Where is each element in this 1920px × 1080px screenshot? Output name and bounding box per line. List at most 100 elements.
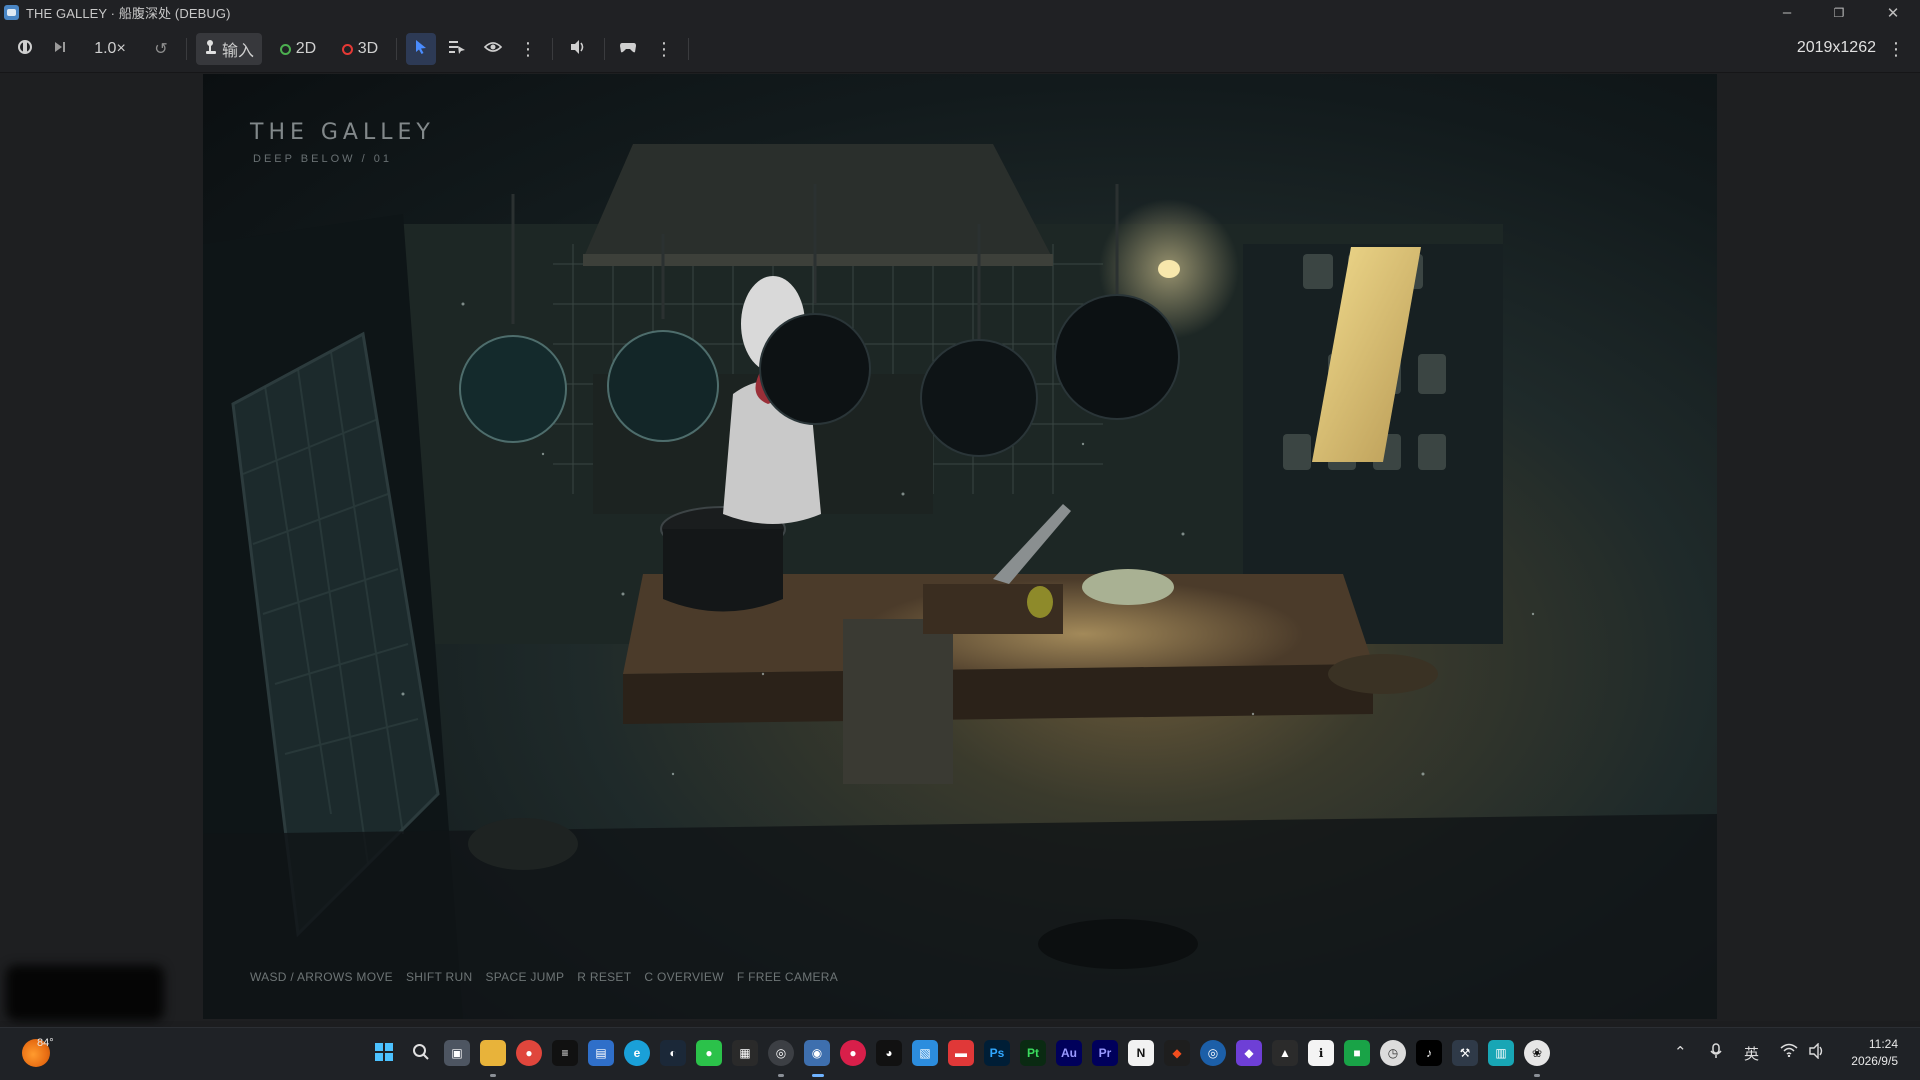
toolbar-divider: [552, 38, 553, 60]
tray-overflow-button[interactable]: ⌃: [1674, 1043, 1687, 1061]
system-clock[interactable]: 11:24 2026/9/5: [1851, 1036, 1898, 1070]
toolbar-divider: [688, 38, 689, 60]
taskbar-premiere[interactable]: Pr: [1092, 1040, 1118, 1066]
taskbar-tiktok[interactable]: ♪: [1416, 1040, 1442, 1066]
volume-button[interactable]: [1808, 1042, 1826, 1063]
mode-3d-button[interactable]: 3D: [334, 33, 386, 65]
microphone-button[interactable]: [1710, 1043, 1722, 1063]
ime-indicator[interactable]: 英: [1744, 1043, 1759, 1064]
visibility-button[interactable]: [478, 33, 508, 65]
restore-button[interactable]: ❐: [1812, 0, 1866, 25]
taskbar-capcut[interactable]: ≡: [552, 1040, 578, 1066]
taskbar-app-gray[interactable]: ◷: [1380, 1040, 1406, 1066]
input-toggle-button[interactable]: 输入: [196, 33, 262, 65]
figma-icon: ◆: [1172, 1046, 1182, 1060]
hint-reset: R RESET: [577, 970, 632, 984]
taskbar-app-green[interactable]: ■: [1344, 1040, 1370, 1066]
cursor-icon: [414, 39, 428, 60]
taskbar-app-red[interactable]: ▬: [948, 1040, 974, 1066]
chat-icon: ■: [1353, 1046, 1361, 1060]
select-tool-button[interactable]: [406, 33, 436, 65]
game-viewport[interactable]: THE GALLEY DEEP BELOW / 01 WASD / ARROWS…: [203, 74, 1717, 1019]
eye-icon: [483, 40, 503, 58]
taskbar-netease-music[interactable]: ●: [840, 1040, 866, 1066]
taskbar-app-light[interactable]: ▧: [912, 1040, 938, 1066]
minimize-button[interactable]: –: [1760, 0, 1814, 25]
step-frame-button[interactable]: [46, 33, 74, 65]
audition-icon: Au: [1061, 1046, 1077, 1060]
taskbar-audition[interactable]: Au: [1056, 1040, 1082, 1066]
taskbar-search-button[interactable]: [408, 1040, 434, 1066]
wifi-icon: [1780, 1043, 1798, 1061]
music-icon: ●: [849, 1046, 857, 1060]
time-scale-label: 1.0×: [94, 40, 126, 57]
hint-jump: SPACE JUMP: [485, 970, 565, 984]
taskbar-notion[interactable]: N: [1128, 1040, 1154, 1066]
kebab-icon: ⋮: [655, 38, 673, 59]
task-view-button[interactable]: ▣: [444, 1040, 470, 1066]
redacted-area: [6, 965, 164, 1021]
mode-2d-button[interactable]: 2D: [272, 33, 324, 65]
drop-icon: ◆: [1244, 1046, 1254, 1060]
document-icon: ▤: [595, 1046, 607, 1060]
taskbar-steam[interactable]: ◐: [660, 1040, 686, 1066]
list-select-button[interactable]: [442, 33, 472, 65]
speaker-icon: [569, 39, 587, 60]
cheese-wheel: [1082, 569, 1174, 605]
taskbar-app-grid[interactable]: ▦: [732, 1040, 758, 1066]
reset-button[interactable]: ↺: [148, 33, 174, 65]
taskbar-edge[interactable]: e: [624, 1040, 650, 1066]
windows-icon: [374, 1042, 394, 1065]
godot-icon: ◉: [811, 1046, 823, 1060]
q-app-icon: ◎: [1207, 1046, 1219, 1060]
taskbar-app-circle[interactable]: ◎: [768, 1040, 794, 1066]
hood-edge: [583, 254, 1053, 266]
toolbar-divider: [396, 38, 397, 60]
game-title: THE GALLEY: [250, 120, 435, 145]
minimize-icon: –: [1782, 4, 1792, 21]
undo-icon: ↺: [154, 41, 168, 58]
search-icon: [412, 1043, 430, 1064]
taskbar-photoshop[interactable]: Ps: [984, 1040, 1010, 1066]
taskbar-app-dark[interactable]: ⚒: [1452, 1040, 1478, 1066]
window-title: THE GALLEY · 船腹深处 (DEBUG): [26, 6, 231, 21]
running-indicator: [778, 1074, 784, 1077]
start-button[interactable]: [371, 1040, 397, 1066]
hint-run: SHIFT RUN: [405, 970, 473, 984]
time-scale-button[interactable]: 1.0×: [86, 33, 134, 65]
taskbar-unity[interactable]: ▲: [1272, 1040, 1298, 1066]
wifi-button[interactable]: [1780, 1043, 1798, 1061]
mode-2d-label: 2D: [295, 40, 317, 57]
taskbar-chatgpt[interactable]: ❀: [1524, 1040, 1550, 1066]
tool-icon: ⚒: [1459, 1046, 1471, 1060]
close-icon: ✕: [1886, 4, 1900, 22]
taskbar-app-q[interactable]: ◎: [1200, 1040, 1226, 1066]
taskbar-file-explorer[interactable]: [480, 1040, 506, 1066]
joystick-icon: [204, 39, 218, 60]
taskbar-wechat[interactable]: ●: [696, 1040, 722, 1066]
taskbar-figma[interactable]: ◆: [1164, 1040, 1190, 1066]
audio-button[interactable]: [562, 33, 594, 65]
2d-status-dot: [279, 43, 291, 55]
taskbar-app-teal[interactable]: ▥: [1488, 1040, 1514, 1066]
more-options-button[interactable]: ⋮: [516, 33, 540, 65]
debug-engine-button[interactable]: [10, 33, 40, 65]
restore-icon: ❐: [1833, 5, 1845, 20]
taskbar-godot[interactable]: ◉: [804, 1040, 830, 1066]
compass-icon: ◎: [775, 1046, 787, 1060]
taskbar-app-purple[interactable]: ◆: [1236, 1040, 1262, 1066]
close-button[interactable]: ✕: [1866, 0, 1920, 25]
range-hood: [583, 144, 1053, 259]
floor-shadow: [1038, 919, 1198, 969]
more-options-button-2[interactable]: ⋮: [652, 33, 676, 65]
taskbar-app-white[interactable]: ℹ: [1308, 1040, 1334, 1066]
table-front: [623, 664, 1373, 724]
taskbar-qq[interactable]: ◕: [876, 1040, 902, 1066]
hanging-towel: [843, 619, 953, 784]
taskbar-premiere-lite[interactable]: Pt: [1020, 1040, 1046, 1066]
debug-toolbar: 1.0× ↺ 输入 2D 3D ⋮ ⋮ 2019x1262 ⋮: [0, 25, 1920, 73]
remote-game-button[interactable]: [612, 33, 644, 65]
toolbar-menu-button[interactable]: ⋮: [1884, 33, 1908, 65]
taskbar-app-blue[interactable]: ▤: [588, 1040, 614, 1066]
taskbar-chrome[interactable]: ●: [516, 1040, 542, 1066]
